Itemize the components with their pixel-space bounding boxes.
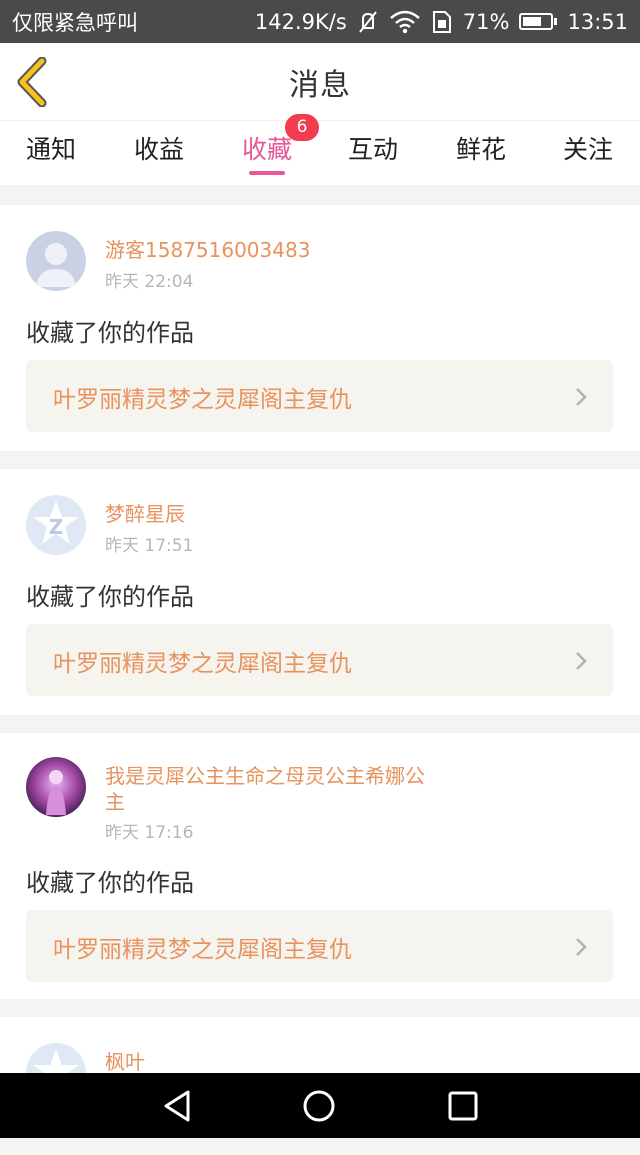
tab-bar: 通知 收益 收藏 6 互动 鲜花 关注 bbox=[0, 114, 640, 185]
favorites-feed: 游客1587516003483 昨天 22:04 收藏了你的作品 叶罗丽精灵梦之… bbox=[0, 205, 640, 1155]
chevron-right-icon bbox=[576, 938, 587, 956]
username[interactable]: 我是灵犀公主生命之母灵公主希娜公主 bbox=[105, 763, 425, 815]
work-link[interactable]: 叶罗丽精灵梦之灵犀阁主复仇 bbox=[26, 360, 613, 432]
square-recents-icon bbox=[448, 1091, 478, 1121]
work-title: 叶罗丽精灵梦之灵犀阁主复仇 bbox=[53, 651, 352, 677]
chevron-right-icon bbox=[576, 652, 587, 670]
work-title: 叶罗丽精灵梦之灵犀阁主复仇 bbox=[53, 387, 352, 413]
action-text: 收藏了你的作品 bbox=[26, 869, 194, 897]
tab-favorites[interactable]: 收藏 6 bbox=[212, 114, 322, 185]
battery-icon bbox=[519, 13, 558, 30]
unread-badge: 6 bbox=[285, 114, 319, 141]
nav-recents-button[interactable] bbox=[446, 1089, 480, 1127]
sim-icon bbox=[431, 10, 453, 34]
timestamp: 昨天 22:04 bbox=[105, 272, 194, 292]
system-nav-bar bbox=[0, 1073, 640, 1138]
carrier-text: 仅限紧急呼叫 bbox=[12, 10, 138, 35]
list-item: Z 梦醉星辰 昨天 17:51 收藏了你的作品 叶罗丽精灵梦之灵犀阁主复仇 bbox=[0, 469, 640, 715]
work-link[interactable]: 叶罗丽精灵梦之灵犀阁主复仇 bbox=[26, 624, 613, 696]
list-item: 我是灵犀公主生命之母灵公主希娜公主 昨天 17:16 收藏了你的作品 叶罗丽精灵… bbox=[0, 733, 640, 999]
work-title: 叶罗丽精灵梦之灵犀阁主复仇 bbox=[53, 937, 352, 963]
avatar[interactable] bbox=[26, 231, 86, 291]
username[interactable]: 枫叶 bbox=[105, 1049, 425, 1075]
back-arrow-icon bbox=[17, 56, 47, 108]
work-link[interactable]: 叶罗丽精灵梦之灵犀阁主复仇 bbox=[26, 910, 613, 982]
nav-home-button[interactable] bbox=[302, 1089, 336, 1127]
avatar[interactable] bbox=[26, 757, 86, 817]
list-item: 游客1587516003483 昨天 22:04 收藏了你的作品 叶罗丽精灵梦之… bbox=[0, 205, 640, 451]
battery-percent: 71% bbox=[462, 9, 510, 34]
username[interactable]: 梦醉星辰 bbox=[105, 501, 425, 527]
chevron-right-icon bbox=[576, 388, 587, 406]
photo-avatar-icon bbox=[26, 757, 86, 817]
action-text: 收藏了你的作品 bbox=[26, 319, 194, 347]
circle-home-icon bbox=[303, 1090, 335, 1122]
tab-notifications[interactable]: 通知 bbox=[0, 121, 106, 185]
triangle-back-icon bbox=[164, 1090, 190, 1122]
qq-avatar-icon: Z bbox=[26, 495, 86, 555]
mute-icon bbox=[357, 10, 379, 34]
username[interactable]: 游客1587516003483 bbox=[105, 237, 425, 263]
tab-following[interactable]: 关注 bbox=[533, 121, 640, 185]
app-header: 消息 bbox=[0, 43, 640, 120]
timestamp: 昨天 17:51 bbox=[105, 536, 194, 556]
svg-text:Z: Z bbox=[49, 515, 64, 539]
action-text: 收藏了你的作品 bbox=[26, 583, 194, 611]
avatar[interactable]: Z bbox=[26, 495, 86, 555]
clock: 13:51 bbox=[567, 9, 628, 34]
tab-earnings[interactable]: 收益 bbox=[104, 121, 214, 185]
active-tab-indicator bbox=[249, 171, 285, 175]
timestamp: 昨天 17:16 bbox=[105, 823, 194, 843]
tab-interactions[interactable]: 互动 bbox=[318, 121, 428, 185]
wifi-icon bbox=[389, 10, 421, 34]
page-title: 消息 bbox=[289, 67, 351, 103]
back-button[interactable] bbox=[14, 56, 54, 108]
network-speed: 142.9K/s bbox=[254, 9, 347, 34]
status-bar: 仅限紧急呼叫 142.9K/s 71% 13:51 bbox=[0, 0, 640, 43]
default-avatar-icon bbox=[26, 231, 86, 291]
nav-back-button[interactable] bbox=[160, 1089, 194, 1127]
tab-flowers[interactable]: 鲜花 bbox=[426, 121, 536, 185]
